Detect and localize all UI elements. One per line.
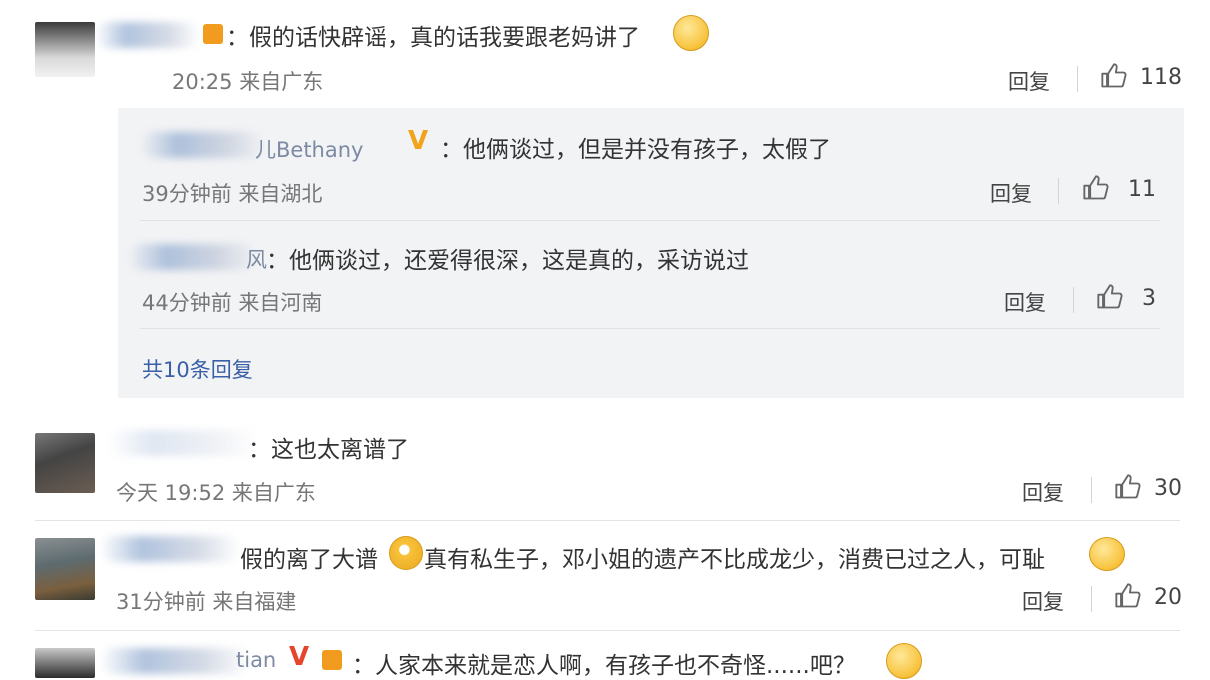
divider (140, 220, 1160, 221)
vip-badge-icon (322, 650, 342, 670)
username-blurred[interactable] (95, 22, 200, 48)
reply-button[interactable]: 回复 (1022, 477, 1064, 507)
reply-text: ：他俩谈过，还爱得很深，这是真的，采访说过 (266, 248, 749, 274)
verified-v-icon: V (408, 126, 429, 156)
comment-text: ：这也太离谱了 (248, 437, 409, 463)
username-blurred[interactable] (140, 132, 265, 158)
vip-badge-icon (203, 24, 223, 44)
divider (140, 328, 1160, 329)
divider (35, 520, 1180, 521)
like-count: 3 (1142, 286, 1156, 311)
comment-username[interactable]: tian (236, 648, 276, 672)
reply-username[interactable]: 风 (246, 244, 267, 274)
divider (1073, 287, 1074, 313)
reply-button[interactable]: 回复 (1008, 66, 1050, 96)
like-count: 11 (1128, 177, 1156, 202)
comment-text: ：人家本来就是恋人啊，有孩子也不奇怪......吧？ (352, 653, 856, 679)
comment-meta: 31分钟前 来自福建 (116, 590, 297, 614)
reply-meta: 39分钟前 来自湖北 (142, 182, 323, 206)
comment-meta: 今天 19:52 来自广东 (116, 481, 316, 505)
emoji-icon (886, 643, 922, 679)
divider (1077, 66, 1078, 92)
username-blurred[interactable] (100, 648, 250, 674)
emoji-icon (389, 536, 423, 570)
thumbs-up-icon[interactable] (1082, 174, 1110, 206)
reply-text: ：他俩谈过，但是并没有孩子，太假了 (440, 137, 831, 163)
divider (1091, 477, 1092, 503)
avatar[interactable] (35, 538, 95, 600)
avatar[interactable] (35, 648, 95, 678)
divider (1091, 586, 1092, 612)
like-count: 118 (1140, 65, 1182, 90)
thumbs-up-icon[interactable] (1114, 473, 1142, 505)
divider (35, 630, 1180, 631)
reply-username[interactable]: 儿Bethany (255, 134, 363, 164)
emoji-icon (1089, 537, 1125, 571)
like-count: 30 (1154, 476, 1182, 501)
username-blurred[interactable] (128, 244, 258, 270)
reply-button[interactable]: 回复 (1004, 287, 1046, 317)
reply-button[interactable]: 回复 (1022, 586, 1064, 616)
reply-button[interactable]: 回复 (990, 178, 1032, 208)
like-count: 20 (1154, 585, 1182, 610)
avatar[interactable] (35, 433, 95, 493)
thumbs-up-icon[interactable] (1114, 582, 1142, 614)
username-blurred[interactable] (100, 536, 240, 562)
avatar[interactable] (35, 22, 95, 77)
thumbs-up-icon[interactable] (1096, 283, 1124, 315)
comment-text: 假的离了大谱 (240, 547, 378, 573)
emoji-icon (673, 15, 709, 51)
verified-v-icon: V (289, 642, 310, 672)
comment-meta: 20:25 来自广东 (172, 70, 324, 94)
more-replies-link[interactable]: 共10条回复 (142, 354, 253, 384)
username-blurred[interactable] (108, 430, 258, 456)
reply-meta: 44分钟前 来自河南 (142, 291, 323, 315)
comment-text: ：假的话快辟谣，真的话我要跟老妈讲了 (226, 25, 640, 51)
divider (1058, 178, 1059, 204)
comment-text-continued: 真有私生子，邓小姐的遗产不比成龙少，消费已过之人，可耻 (424, 547, 1045, 573)
thumbs-up-icon[interactable] (1100, 62, 1128, 94)
